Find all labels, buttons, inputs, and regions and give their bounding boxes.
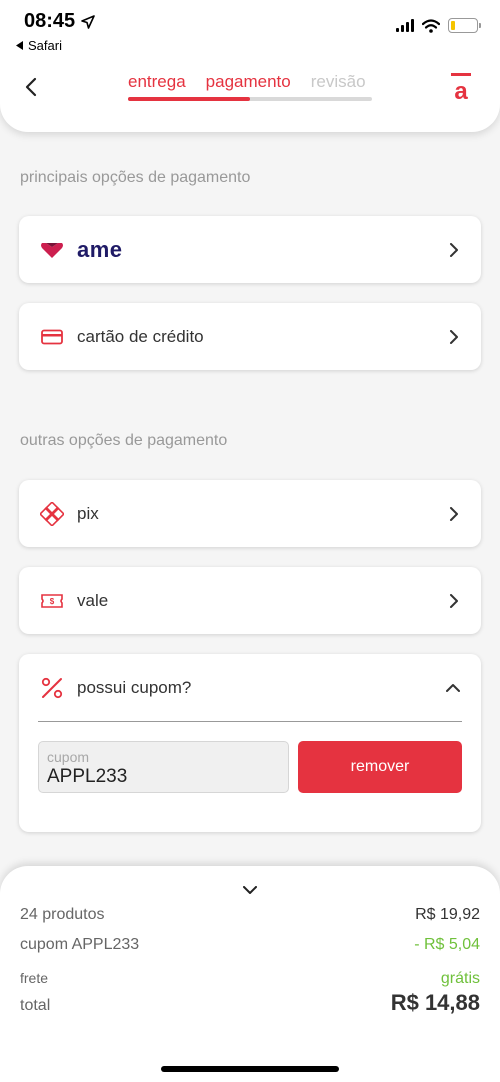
vale-label: vale [77,590,109,610]
coupon-discount-label: cupom APPL233 [20,936,140,953]
steps-progress-bar [128,97,372,101]
battery-icon [448,18,481,33]
order-summary: 24 produtos R$ 19,92 cupom APPL233 - R$ … [0,866,500,1082]
payment-option-pix[interactable]: pix [19,480,481,547]
checkout-steps: entrega pagamento revisão [128,72,372,101]
voucher-icon: $ [39,588,65,614]
credit-card-label: cartão de crédito [77,326,204,346]
chevron-right-icon [445,242,461,258]
home-indicator [161,1066,339,1072]
back-button[interactable] [20,74,42,100]
products-value: R$ 19,92 [415,906,480,923]
summary-total-row: total R$ 14,88 [20,990,480,1016]
brand-logo-icon: a [451,73,471,105]
coupon-card: possui cupom? cupom APPL233 remover [19,654,481,832]
pix-icon [39,501,65,527]
chevron-right-icon [445,329,461,345]
summary-shipping-row: frete grátis [20,970,480,988]
step-pagamento[interactable]: pagamento [206,72,291,92]
coupon-input-value[interactable]: APPL233 [47,766,280,788]
brand-logo-letter: a [454,78,468,102]
products-label: 24 produtos [20,906,105,923]
svg-text:$: $ [50,597,55,606]
summary-products-row: 24 produtos R$ 19,92 [20,906,480,924]
shipping-value: grátis [440,970,480,987]
brand-logo[interactable]: a [450,72,472,105]
step-entrega[interactable]: entrega [128,72,186,92]
coupon-input[interactable]: cupom APPL233 [38,741,289,793]
chevron-left-icon [25,77,37,97]
chevron-up-icon [445,680,461,696]
total-value: R$ 14,88 [390,990,480,1015]
section-title-main: principais opções de pagamento [20,169,251,186]
back-app-label: Safari [28,38,62,53]
coupon-toggle[interactable]: possui cupom? [19,654,481,721]
coupon-discount-value: - R$ 5,04 [414,936,480,953]
payment-option-ame[interactable]: ame [19,216,481,283]
ame-label: ame [77,236,123,262]
chevron-right-icon [445,593,461,609]
step-revisao: revisão [310,72,366,91]
total-label: total [20,997,51,1014]
summary-coupon-row: cupom APPL233 - R$ 5,04 [20,936,480,954]
coupon-divider [38,721,462,722]
remove-coupon-button[interactable]: remover [298,741,462,793]
cellular-signal-icon [396,19,414,32]
percent-icon [39,675,65,701]
location-arrow-icon [81,14,95,29]
status-time: 08:45 [24,10,95,33]
payment-option-credit-card[interactable]: cartão de crédito [19,303,481,370]
back-to-app[interactable]: Safari [16,38,62,53]
shipping-label: frete [20,970,49,986]
status-icons [396,18,481,33]
status-bar: 08:45 Safari [0,0,500,60]
payment-option-vale[interactable]: $ vale [19,567,481,634]
coupon-input-label: cupom [47,749,90,765]
ame-heart-icon [39,237,65,263]
chevron-right-icon [445,506,461,522]
coupon-title: possui cupom? [77,677,192,697]
credit-card-icon [39,324,65,350]
clock-text: 08:45 [24,10,76,32]
battery-fill [451,21,455,30]
steps-progress-fill [128,97,250,101]
chevron-down-icon [243,885,257,894]
summary-collapse-toggle[interactable] [242,884,258,896]
pix-label: pix [77,503,99,523]
section-title-other: outras opções de pagamento [20,432,228,449]
back-triangle-icon [16,41,23,50]
wifi-icon [422,18,440,33]
